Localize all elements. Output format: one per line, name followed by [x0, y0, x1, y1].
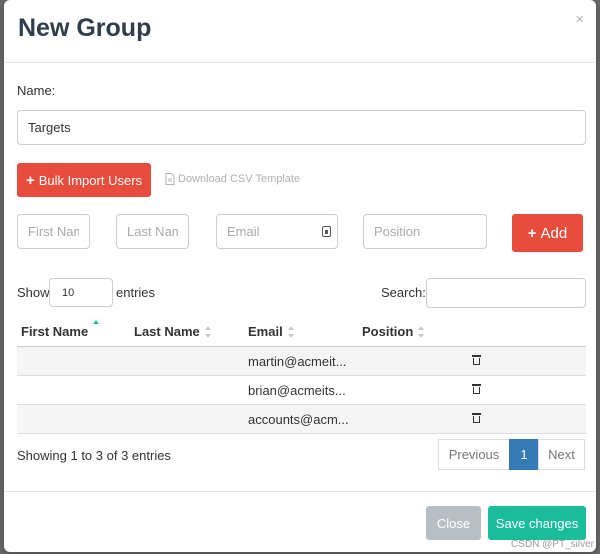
add-user-button[interactable]: + Add — [512, 214, 583, 252]
download-csv-template-link[interactable]: Download CSV Template — [165, 173, 300, 185]
next-page-button[interactable]: Next — [538, 439, 585, 470]
add-label: Add — [540, 224, 568, 242]
trash-icon[interactable] — [472, 383, 481, 395]
download-template-label: Download CSV Template — [178, 173, 301, 185]
table-header-row: First Name Last Name Email Position — [17, 316, 586, 347]
sort-icon — [287, 326, 295, 339]
cell-email: brian@acmeits... — [244, 375, 358, 405]
previous-page-button[interactable]: Previous — [438, 439, 510, 470]
trash-icon[interactable] — [472, 354, 481, 366]
file-icon — [165, 173, 175, 185]
close-icon[interactable]: × — [575, 12, 584, 27]
sort-icon — [93, 320, 100, 338]
first-name-input[interactable] — [17, 214, 90, 249]
search-input[interactable] — [426, 278, 586, 308]
trash-icon[interactable] — [472, 412, 481, 424]
new-group-modal: New Group × Name: + Bulk Import Users Do… — [4, 0, 596, 552]
pagination-info: Showing 1 to 3 of 3 entries — [17, 448, 171, 463]
column-last-name[interactable]: Last Name — [130, 316, 244, 347]
table-row: martin@acmeit... — [17, 346, 586, 376]
close-button[interactable]: Close — [426, 506, 481, 540]
pagination: Previous 1 Next — [438, 439, 585, 470]
sort-icon — [204, 326, 212, 339]
watermark: CSDN @PT_silver — [511, 539, 594, 550]
search-label: Search: — [381, 285, 426, 300]
page-size-select[interactable] — [49, 278, 113, 307]
modal-title: New Group — [18, 14, 152, 42]
cell-position — [358, 346, 586, 376]
cell-first-name — [17, 346, 130, 376]
members-table: First Name Last Name Email Position mart… — [17, 316, 586, 434]
cell-position — [358, 375, 586, 405]
plus-icon: + — [25, 171, 35, 189]
cell-email: martin@acmeit... — [244, 346, 358, 376]
cell-last-name — [130, 404, 244, 434]
cell-last-name — [130, 346, 244, 376]
cell-first-name — [17, 404, 130, 434]
cell-last-name — [130, 375, 244, 405]
column-first-name[interactable]: First Name — [17, 316, 130, 347]
email-input[interactable] — [216, 214, 338, 249]
show-label: Show — [17, 285, 50, 300]
sort-icon — [418, 326, 425, 339]
last-name-input[interactable] — [116, 214, 189, 249]
page-1-button[interactable]: 1 — [509, 439, 539, 470]
group-name-input[interactable] — [17, 110, 586, 145]
modal-footer: Close Save changes — [4, 491, 596, 552]
contact-card-icon — [322, 226, 331, 237]
entries-label: entries — [116, 285, 156, 300]
cell-email: accounts@acm... — [244, 404, 358, 434]
bulk-import-label: Bulk Import Users — [38, 172, 143, 188]
position-input[interactable] — [363, 214, 487, 249]
cell-first-name — [17, 375, 130, 405]
plus-icon: + — [527, 224, 537, 242]
column-position[interactable]: Position — [358, 316, 586, 347]
save-changes-button[interactable]: Save changes — [488, 506, 586, 540]
column-email[interactable]: Email — [244, 316, 358, 347]
table-row: accounts@acm... — [17, 404, 586, 434]
cell-position — [358, 404, 586, 434]
name-label: Name: — [17, 83, 56, 98]
table-row: brian@acmeits... — [17, 375, 586, 405]
bulk-import-users-button[interactable]: + Bulk Import Users — [17, 163, 151, 197]
modal-header: New Group × — [4, 0, 596, 63]
